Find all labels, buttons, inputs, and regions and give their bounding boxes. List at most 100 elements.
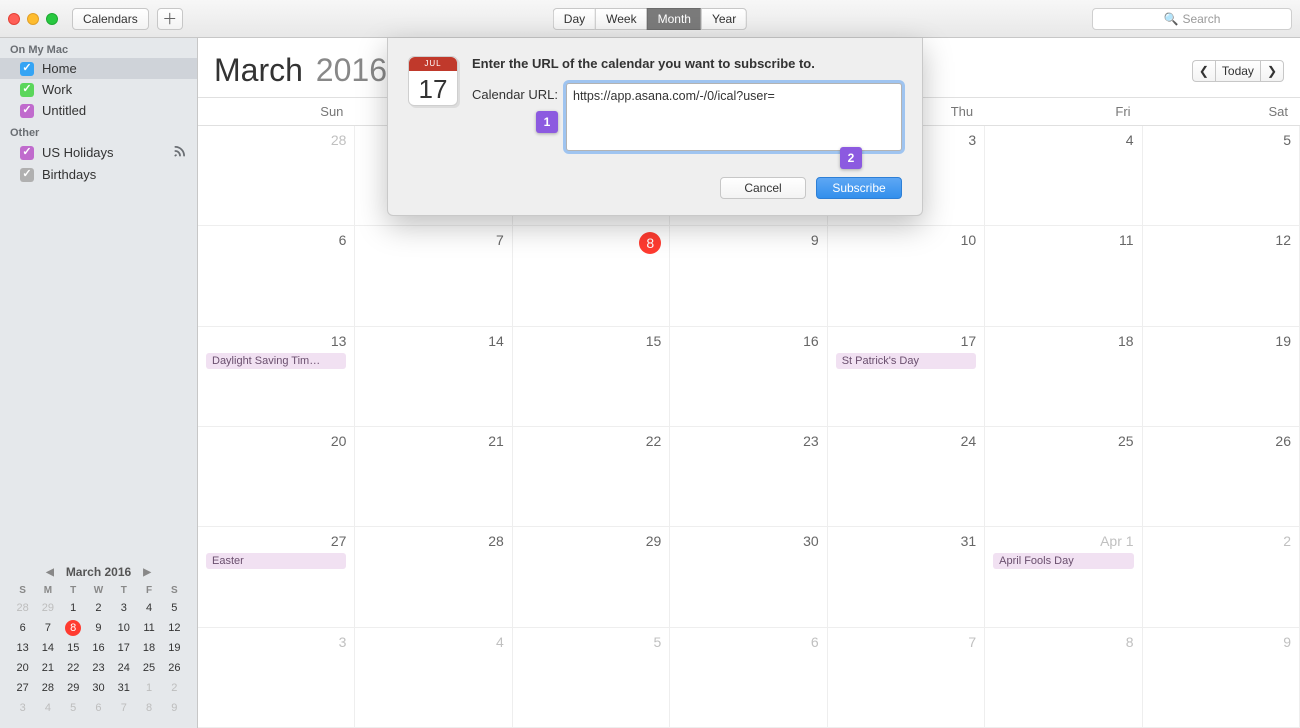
event[interactable]: Easter xyxy=(206,553,346,569)
mini-day[interactable]: 25 xyxy=(136,658,161,678)
day-cell[interactable]: 8 xyxy=(513,226,670,326)
day-cell[interactable]: 24 xyxy=(828,427,985,527)
mini-day[interactable]: 24 xyxy=(111,658,136,678)
calendar-checkbox[interactable] xyxy=(20,83,34,97)
cancel-button[interactable]: Cancel xyxy=(720,177,806,199)
day-cell[interactable]: 31 xyxy=(828,527,985,627)
month-grid[interactable]: 282912345678910111213Daylight Saving Tim… xyxy=(198,126,1300,728)
close-window-button[interactable] xyxy=(8,13,20,25)
mini-day[interactable]: 22 xyxy=(61,658,86,678)
search-input[interactable]: 🔍 Search xyxy=(1092,8,1292,30)
mini-day[interactable]: 10 xyxy=(111,618,136,638)
mini-day[interactable]: 12 xyxy=(162,618,187,638)
day-cell[interactable]: 28 xyxy=(355,527,512,627)
mini-day[interactable]: 3 xyxy=(111,598,136,618)
mini-day[interactable]: 11 xyxy=(136,618,161,638)
calendar-list-item[interactable]: Untitled xyxy=(0,100,197,121)
mini-day[interactable]: 23 xyxy=(86,658,111,678)
mini-day[interactable]: 29 xyxy=(61,678,86,698)
mini-day[interactable]: 20 xyxy=(10,658,35,678)
day-cell[interactable]: 12 xyxy=(1143,226,1300,326)
day-cell[interactable]: 21 xyxy=(355,427,512,527)
mini-day[interactable]: 28 xyxy=(35,678,60,698)
day-cell[interactable]: 5 xyxy=(1143,126,1300,226)
mini-day[interactable]: 28 xyxy=(10,598,35,618)
day-cell[interactable]: 9 xyxy=(1143,628,1300,728)
mini-day[interactable]: 26 xyxy=(162,658,187,678)
day-cell[interactable]: 17St Patrick's Day xyxy=(828,327,985,427)
view-year[interactable]: Year xyxy=(701,8,747,30)
mini-day[interactable]: 9 xyxy=(162,698,187,718)
mini-day[interactable]: 5 xyxy=(61,698,86,718)
mini-next-month[interactable]: ▶ xyxy=(143,567,151,578)
calendar-checkbox[interactable] xyxy=(20,168,34,182)
mini-day[interactable]: 9 xyxy=(86,618,111,638)
view-day[interactable]: Day xyxy=(553,8,595,30)
mini-day[interactable]: 19 xyxy=(162,638,187,658)
today-button[interactable]: Today xyxy=(1215,60,1260,82)
day-cell[interactable]: 4 xyxy=(355,628,512,728)
event[interactable]: Daylight Saving Tim… xyxy=(206,353,346,369)
day-cell[interactable]: 3 xyxy=(198,628,355,728)
calendar-checkbox[interactable] xyxy=(20,104,34,118)
subscribe-button[interactable]: Subscribe xyxy=(816,177,902,199)
event[interactable]: St Patrick's Day xyxy=(836,353,976,369)
mini-day[interactable]: 6 xyxy=(86,698,111,718)
day-cell[interactable]: 18 xyxy=(985,327,1142,427)
day-cell[interactable]: 14 xyxy=(355,327,512,427)
mini-day[interactable]: 14 xyxy=(35,638,60,658)
day-cell[interactable]: 19 xyxy=(1143,327,1300,427)
mini-prev-month[interactable]: ◀ xyxy=(46,567,54,578)
mini-day[interactable]: 30 xyxy=(86,678,111,698)
mini-day[interactable]: 7 xyxy=(35,618,60,638)
mini-day[interactable]: 2 xyxy=(162,678,187,698)
day-cell[interactable]: 20 xyxy=(198,427,355,527)
day-cell[interactable]: 6 xyxy=(670,628,827,728)
day-cell[interactable]: 30 xyxy=(670,527,827,627)
calendar-list-item[interactable]: Work xyxy=(0,79,197,100)
day-cell[interactable]: 11 xyxy=(985,226,1142,326)
mini-day[interactable]: 31 xyxy=(111,678,136,698)
next-month-button[interactable]: ❯ xyxy=(1260,60,1284,82)
day-cell[interactable]: 28 xyxy=(198,126,355,226)
mini-day[interactable]: 4 xyxy=(136,598,161,618)
add-event-button[interactable]: ＋ xyxy=(157,8,183,30)
mini-day[interactable]: 1 xyxy=(61,598,86,618)
mini-day[interactable]: 21 xyxy=(35,658,60,678)
calendars-toggle-button[interactable]: Calendars xyxy=(72,8,149,30)
calendar-url-input[interactable] xyxy=(566,83,902,151)
mini-day[interactable]: 4 xyxy=(35,698,60,718)
prev-month-button[interactable]: ❮ xyxy=(1192,60,1215,82)
mini-day[interactable]: 16 xyxy=(86,638,111,658)
mini-day[interactable]: 7 xyxy=(111,698,136,718)
day-cell[interactable]: 2 xyxy=(1143,527,1300,627)
day-cell[interactable]: 13Daylight Saving Tim… xyxy=(198,327,355,427)
day-cell[interactable]: Apr 1April Fools Day xyxy=(985,527,1142,627)
day-cell[interactable]: 26 xyxy=(1143,427,1300,527)
day-cell[interactable]: 8 xyxy=(985,628,1142,728)
mini-day[interactable]: 2 xyxy=(86,598,111,618)
day-cell[interactable]: 7 xyxy=(355,226,512,326)
mini-day[interactable]: 15 xyxy=(61,638,86,658)
mini-day[interactable]: 27 xyxy=(10,678,35,698)
zoom-window-button[interactable] xyxy=(46,13,58,25)
calendar-list-item[interactable]: Birthdays xyxy=(0,164,197,185)
mini-day[interactable]: 17 xyxy=(111,638,136,658)
day-cell[interactable]: 7 xyxy=(828,628,985,728)
minimize-window-button[interactable] xyxy=(27,13,39,25)
view-week[interactable]: Week xyxy=(595,8,646,30)
day-cell[interactable]: 6 xyxy=(198,226,355,326)
mini-day[interactable]: 29 xyxy=(35,598,60,618)
mini-day[interactable]: 5 xyxy=(162,598,187,618)
day-cell[interactable]: 4 xyxy=(985,126,1142,226)
day-cell[interactable]: 25 xyxy=(985,427,1142,527)
event[interactable]: April Fools Day xyxy=(993,553,1133,569)
mini-day[interactable]: 1 xyxy=(136,678,161,698)
day-cell[interactable]: 9 xyxy=(670,226,827,326)
calendar-checkbox[interactable] xyxy=(20,62,34,76)
view-month[interactable]: Month xyxy=(647,8,701,30)
calendar-list-item[interactable]: Home xyxy=(0,58,197,79)
day-cell[interactable]: 16 xyxy=(670,327,827,427)
mini-day[interactable]: 13 xyxy=(10,638,35,658)
mini-day[interactable]: 3 xyxy=(10,698,35,718)
